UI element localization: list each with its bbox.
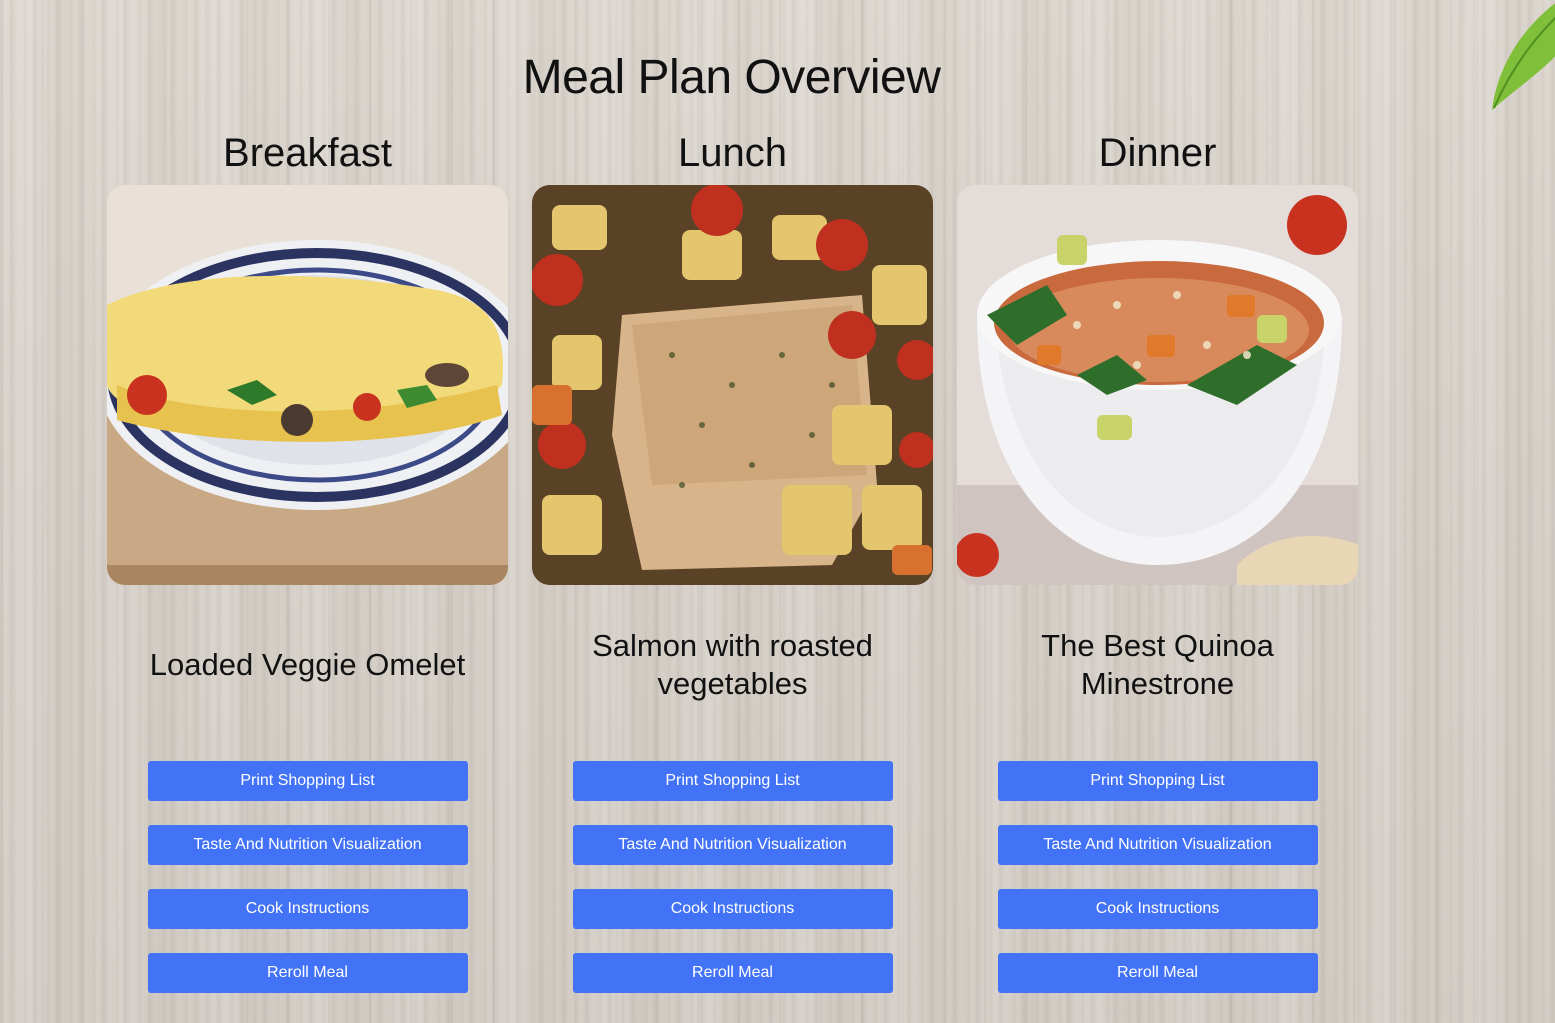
meal-card-lunch: Lunch Salmon with roasted vegetables Pri… xyxy=(532,128,933,993)
page-title: Meal Plan Overview xyxy=(522,51,941,104)
cook-instructions-button[interactable]: Cook Instructions xyxy=(572,889,893,929)
meal-card-dinner: Dinner The Best Quinoa Minestrone Print … xyxy=(957,128,1358,993)
meal-heading: Lunch xyxy=(678,131,787,175)
leaf-decoration xyxy=(1492,3,1555,110)
meal-card-breakfast: Breakfast Loaded Veggie Omelet Print Sho… xyxy=(107,128,508,993)
meal-name: Salmon with roasted vegetables xyxy=(592,628,873,701)
salmon-roasted-vegetables-photo xyxy=(532,185,933,585)
print-shopping-list-button[interactable]: Print Shopping List xyxy=(147,761,468,801)
meal-heading: Breakfast xyxy=(223,131,392,175)
meal-actions: Print Shopping List Taste And Nutrition … xyxy=(147,761,468,993)
meal-heading: Dinner xyxy=(1098,131,1217,175)
meal-actions: Print Shopping List Taste And Nutrition … xyxy=(997,761,1318,993)
meal-name: Loaded Veggie Omelet xyxy=(149,647,466,682)
taste-nutrition-visualization-button[interactable]: Taste And Nutrition Visualization xyxy=(147,825,468,865)
reroll-meal-button[interactable]: Reroll Meal xyxy=(572,953,893,993)
omelet-photo xyxy=(107,185,508,585)
print-shopping-list-button[interactable]: Print Shopping List xyxy=(997,761,1318,801)
print-shopping-list-button[interactable]: Print Shopping List xyxy=(572,761,893,801)
meal-name: The Best Quinoa Minestrone xyxy=(1041,628,1274,701)
cook-instructions-button[interactable]: Cook Instructions xyxy=(997,889,1318,929)
meal-actions: Print Shopping List Taste And Nutrition … xyxy=(572,761,893,993)
reroll-meal-button[interactable]: Reroll Meal xyxy=(997,953,1318,993)
meal-columns: Breakfast Loaded Veggie Omelet Print Sho… xyxy=(107,128,1358,993)
reroll-meal-button[interactable]: Reroll Meal xyxy=(147,953,468,993)
taste-nutrition-visualization-button[interactable]: Taste And Nutrition Visualization xyxy=(997,825,1318,865)
quinoa-minestrone-photo xyxy=(957,185,1358,585)
cook-instructions-button[interactable]: Cook Instructions xyxy=(147,889,468,929)
taste-nutrition-visualization-button[interactable]: Taste And Nutrition Visualization xyxy=(572,825,893,865)
